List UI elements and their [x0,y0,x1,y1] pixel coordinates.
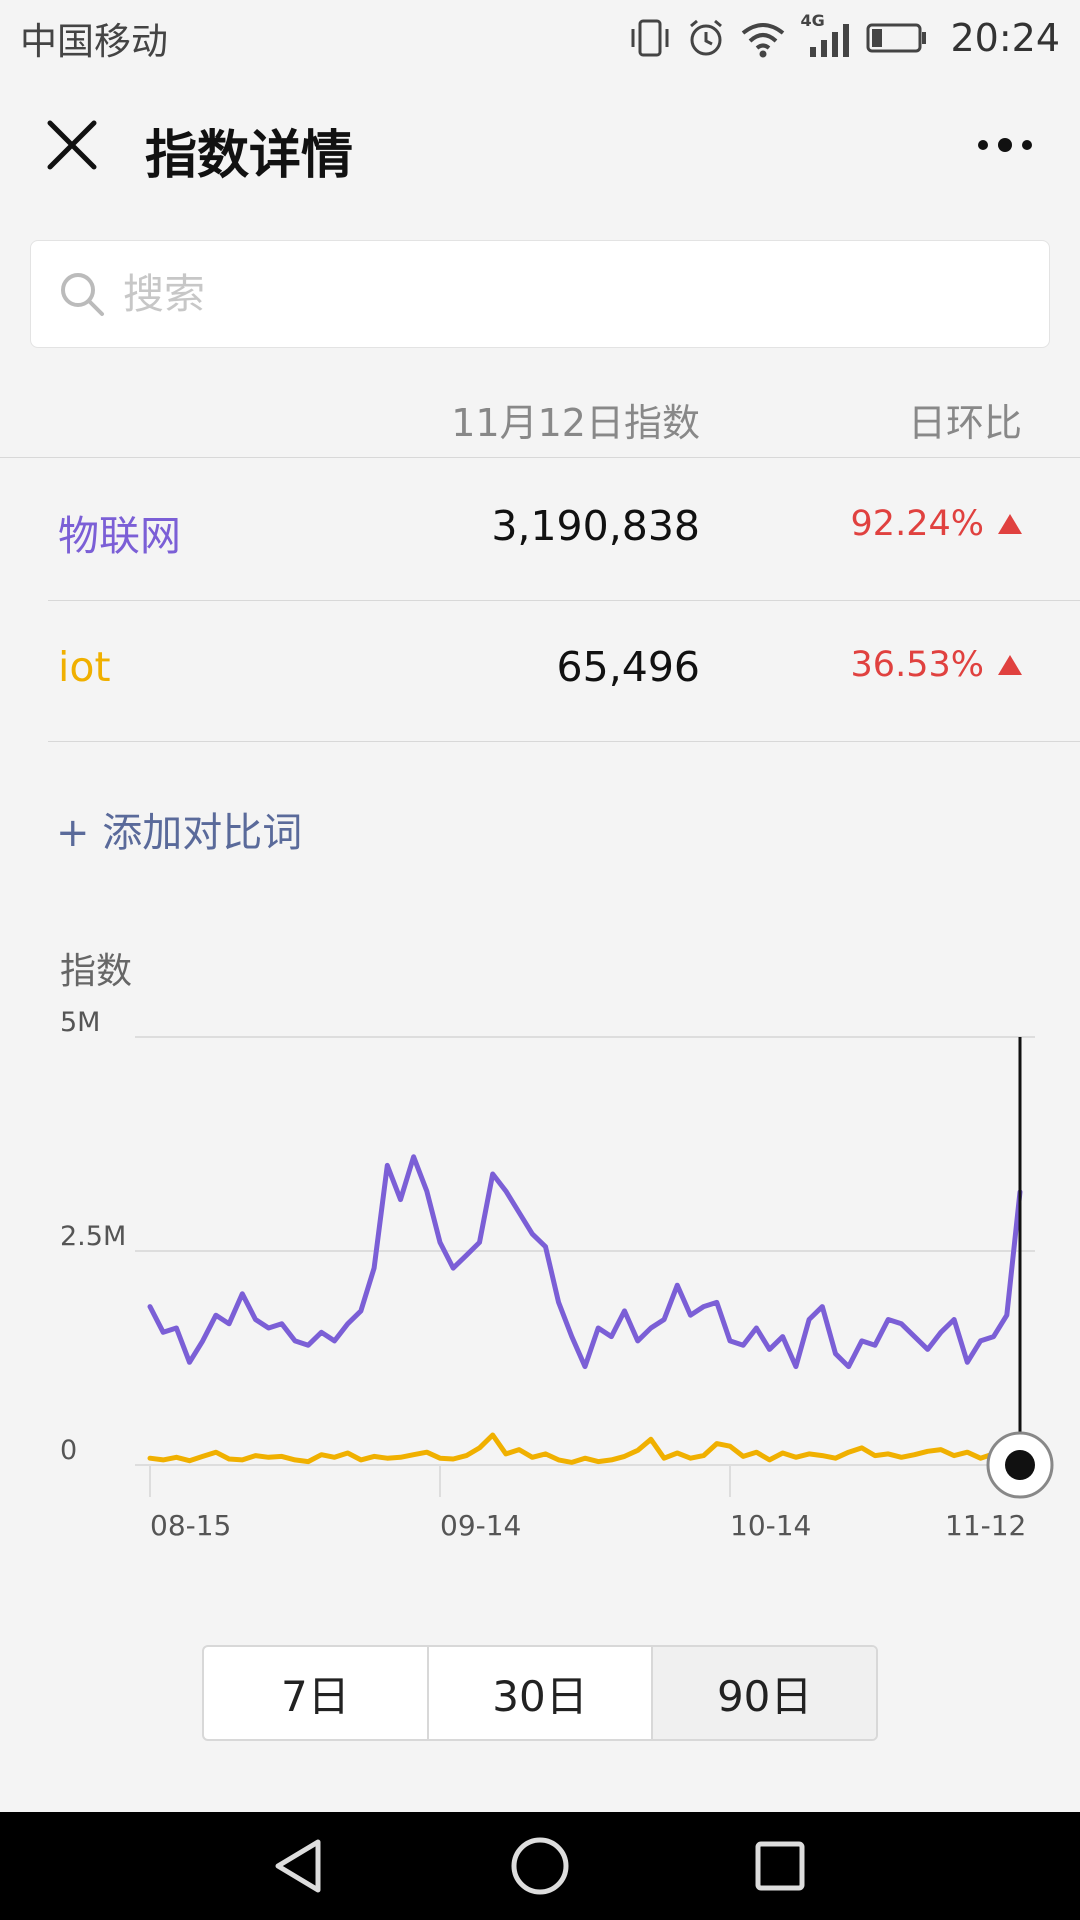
ratio-text: 36.53% [850,645,984,685]
range-90-day-button[interactable]: 90日 [653,1647,876,1739]
search-icon [61,273,104,316]
table-header: 11月12日指数 日环比 [0,380,1080,458]
ratio-value: 92.24% [851,504,1022,544]
up-arrow-icon [998,514,1022,534]
more-options-icon[interactable] [975,133,1035,157]
vibrate-icon [631,19,669,56]
x-tick-label: 09-14 [440,1509,521,1542]
range-7-day-button[interactable]: 7日 [204,1647,429,1739]
system-nav-bar [0,1812,1080,1920]
index-chart[interactable]: 指数 5M 2.5M 0 08-15 09-14 10-14 11-12 [0,930,1080,1550]
app-header: 指数详情 [0,75,1080,215]
add-compare-button[interactable]: + 添加对比词 [56,800,302,858]
recents-icon[interactable] [750,1836,810,1896]
search-input[interactable] [123,270,923,318]
status-icons: 4G 20:24 [628,11,1060,60]
up-arrow-icon [998,655,1022,675]
y-tick-label: 0 [60,1435,77,1466]
battery-icon [866,23,927,52]
status-bar: 中国移动 4G 20:24 [0,0,1080,75]
search-box[interactable] [30,240,1050,348]
page-title: 指数详情 [145,126,354,186]
chart-svg: 5M 2.5M 0 08-15 09-14 10-14 11-12 [60,1007,1054,1542]
signal-icon: 4G [800,11,852,59]
series-line-wulianwang [147,1154,1023,1370]
close-icon[interactable] [44,117,100,173]
term-label: 物联网 [58,512,181,560]
y-tick-label: 2.5M [60,1221,126,1252]
column-header-ratio: 日环比 [907,401,1022,445]
table-row[interactable]: 物联网 3,190,838 92.24% [48,460,1080,601]
series-line-iot [147,1432,1023,1465]
alarm-icon [690,19,723,55]
y-tick-label: 5M [60,1007,100,1038]
carrier-name: 中国移动 [20,19,168,63]
home-icon[interactable] [510,1836,570,1896]
ratio-value: 36.53% [851,645,1022,685]
ratio-text: 92.24% [850,504,984,544]
x-tick-label: 11-12 [945,1509,1026,1542]
cursor-handle-dot [1005,1450,1035,1480]
x-tick-label: 08-15 [150,1509,231,1542]
range-selector: 7日 30日 90日 [202,1645,878,1741]
column-header-index: 11月12日指数 [451,401,700,445]
back-icon[interactable] [270,1836,330,1896]
wifi-icon [742,22,785,57]
index-value: 3,190,838 [491,502,700,550]
index-value: 65,496 [556,643,700,691]
clock-time: 20:24 [950,15,1060,60]
table-row[interactable]: iot 65,496 36.53% [48,601,1080,742]
range-30-day-button[interactable]: 30日 [429,1647,654,1739]
term-label: iot [58,643,111,691]
x-tick-label: 10-14 [730,1509,811,1542]
